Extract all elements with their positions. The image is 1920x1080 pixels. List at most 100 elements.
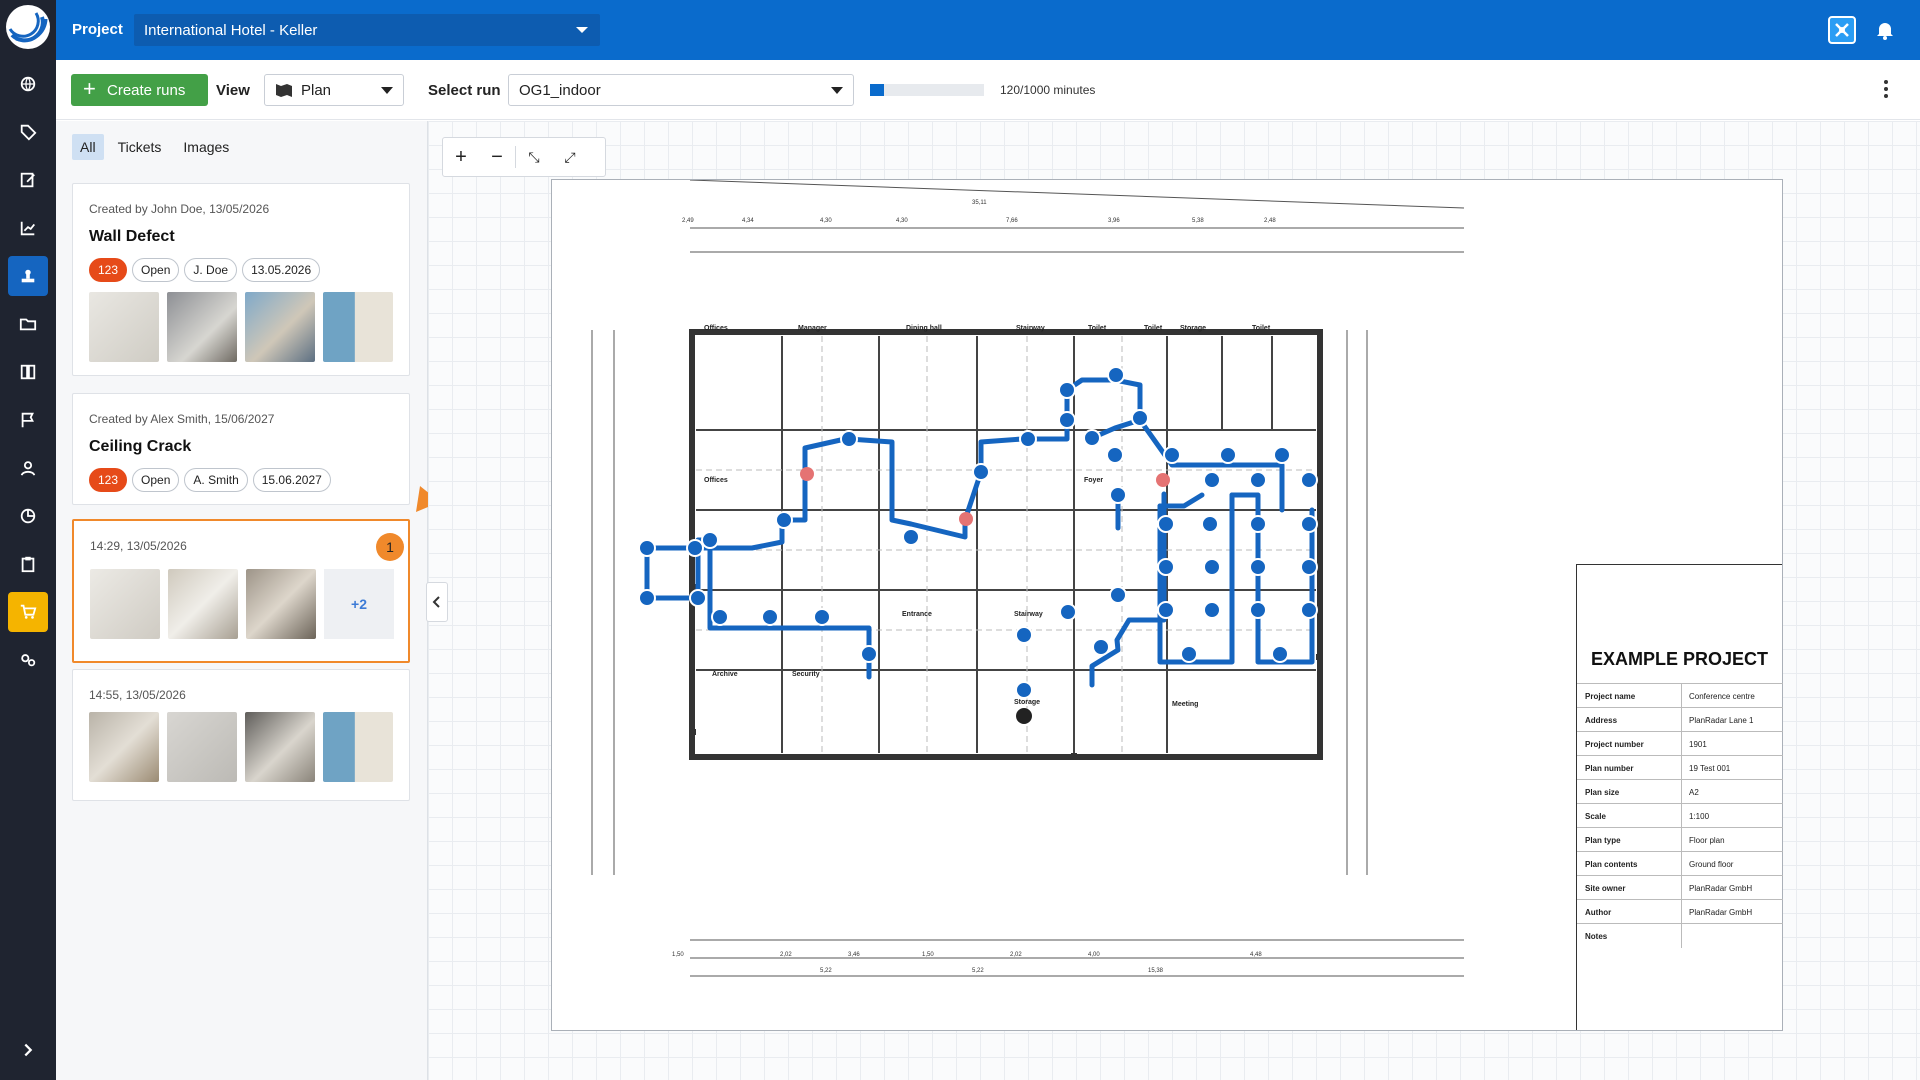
svg-text:2,02: 2,02: [1010, 952, 1022, 958]
row-key: Plan number: [1585, 764, 1634, 773]
pie-icon[interactable]: [8, 496, 48, 536]
row-key: Plan contents: [1585, 860, 1638, 869]
globe-icon[interactable]: [8, 64, 48, 104]
title-block-row: Plan contents Ground floor: [1577, 851, 1783, 876]
view-select[interactable]: Plan: [264, 74, 404, 106]
flag-icon[interactable]: [8, 400, 48, 440]
image-set-card-selected[interactable]: 14:29, 13/05/2026 1 +2: [72, 519, 410, 663]
row-value: Conference centre: [1689, 692, 1755, 701]
svg-text:15,38: 15,38: [1148, 968, 1164, 974]
ticket-card[interactable]: Created by Alex Smith, 15/06/2027 Ceilin…: [72, 393, 410, 505]
fit-icon[interactable]: ⤡: [516, 149, 552, 166]
settings-icon[interactable]: [8, 640, 48, 680]
svg-text:5,22: 5,22: [972, 968, 984, 974]
row-key: Project name: [1585, 692, 1636, 701]
stamp-icon[interactable]: [8, 256, 48, 296]
view-select-value: Plan: [301, 82, 332, 99]
zoom-in-icon[interactable]: +: [443, 146, 479, 169]
tab-all[interactable]: All: [72, 134, 104, 160]
svg-text:3,96: 3,96: [1108, 218, 1120, 224]
thumbnail-image[interactable]: [245, 712, 315, 782]
row-value: 1:100: [1689, 812, 1710, 821]
zoom-out-icon[interactable]: −: [479, 146, 515, 169]
collapse-view-icon[interactable]: ⤢: [552, 149, 588, 166]
row-value: PlanRadar Lane 1: [1689, 716, 1754, 725]
svg-text:3,46: 3,46: [848, 952, 860, 958]
thumbnail-image[interactable]: [90, 569, 160, 639]
svg-text:1,50: 1,50: [672, 952, 684, 958]
project-select-value: International Hotel - Keller: [144, 22, 318, 39]
title-block-row: Plan size A2: [1577, 779, 1783, 804]
card-title: Wall Defect: [89, 228, 175, 245]
row-key: Address: [1585, 716, 1618, 725]
project-select[interactable]: International Hotel - Keller: [134, 14, 600, 46]
thumbnail-image[interactable]: [168, 569, 238, 639]
card-thumbnails: +2: [90, 569, 394, 639]
row-value: 1901: [1689, 740, 1707, 749]
filter-tabs: All Tickets Images: [72, 134, 237, 160]
card-meta: Created by Alex Smith, 15/06/2027: [89, 412, 275, 426]
thumbnail-image[interactable]: [167, 712, 237, 782]
row-key: Site owner: [1585, 884, 1626, 893]
more-vert-icon[interactable]: [1884, 80, 1888, 101]
card-thumbnails: [89, 292, 393, 362]
thumbnail-image[interactable]: [246, 569, 316, 639]
top-bar: Project International Hotel - Keller: [56, 0, 1920, 60]
svg-text:Offices: Offices: [704, 477, 728, 484]
svg-text:Storage: Storage: [1014, 699, 1040, 706]
image-set-card[interactable]: 14:55, 13/05/2026: [72, 669, 410, 801]
run-label: Select run: [428, 82, 501, 99]
title-block: EXAMPLE PROJECT Project name Conference c…: [1576, 564, 1783, 1030]
title-block-row: Author PlanRadar GmbH: [1577, 899, 1783, 924]
row-key: Author: [1585, 908, 1612, 917]
progress-text: 120/1000 minutes: [1000, 83, 1096, 97]
edit-icon[interactable]: [8, 160, 48, 200]
clipboard-icon[interactable]: [8, 544, 48, 584]
toolbar: + Create runs View Plan Select run OG1_i…: [56, 60, 1920, 120]
ticket-card[interactable]: Created by John Doe, 13/05/2026 Wall Def…: [72, 183, 410, 376]
status-badge: Open: [132, 468, 180, 492]
thumbnail-image[interactable]: [245, 292, 315, 362]
thumbnail-image[interactable]: [89, 292, 159, 362]
app-logo[interactable]: [6, 5, 50, 49]
collapse-panel-button[interactable]: [426, 582, 448, 622]
thumbnail-image[interactable]: [89, 712, 159, 782]
title-block-row: Address PlanRadar Lane 1: [1577, 707, 1783, 732]
tag-icon[interactable]: [8, 112, 48, 152]
tab-tickets[interactable]: Tickets: [110, 134, 170, 160]
svg-text:4,00: 4,00: [1088, 952, 1100, 958]
more-images-button[interactable]: +2: [324, 569, 394, 639]
row-key: Plan size: [1585, 788, 1620, 797]
thumbnail-image[interactable]: [167, 292, 237, 362]
run-select-value: OG1_indoor: [519, 82, 601, 99]
title-block-row: Plan number 19 Test 001: [1577, 755, 1783, 780]
svg-text:Toilet: Toilet: [1144, 325, 1163, 332]
chart-icon[interactable]: [8, 208, 48, 248]
row-value: Floor plan: [1689, 836, 1725, 845]
svg-text:4,48: 4,48: [1250, 952, 1262, 958]
apps-icon[interactable]: [1828, 16, 1856, 44]
chevron-right-icon[interactable]: [8, 1030, 48, 1070]
create-runs-button[interactable]: + Create runs: [71, 74, 208, 106]
svg-text:5,38: 5,38: [1192, 218, 1204, 224]
bell-icon[interactable]: [1876, 20, 1894, 45]
svg-text:35,11: 35,11: [972, 200, 987, 206]
tab-images[interactable]: Images: [175, 134, 237, 160]
thumbnail-image[interactable]: [323, 292, 393, 362]
chevron-down-icon: [831, 87, 843, 94]
svg-text:7,66: 7,66: [1006, 218, 1018, 224]
ticket-number-badge: 123: [89, 258, 128, 282]
title-block-row: Plan type Floor plan: [1577, 827, 1783, 852]
card-thumbnails: [89, 712, 393, 782]
chevron-down-icon: [381, 87, 393, 94]
project-label: Project: [72, 21, 123, 38]
card-meta: Created by John Doe, 13/05/2026: [89, 202, 270, 216]
row-key: Project number: [1585, 740, 1644, 749]
book-icon[interactable]: [8, 352, 48, 392]
status-badge: Open: [132, 258, 180, 282]
thumbnail-image[interactable]: [323, 712, 393, 782]
folder-icon[interactable]: [8, 304, 48, 344]
cart-icon[interactable]: [8, 592, 48, 632]
run-select[interactable]: OG1_indoor: [508, 74, 854, 106]
user-icon[interactable]: [8, 448, 48, 488]
